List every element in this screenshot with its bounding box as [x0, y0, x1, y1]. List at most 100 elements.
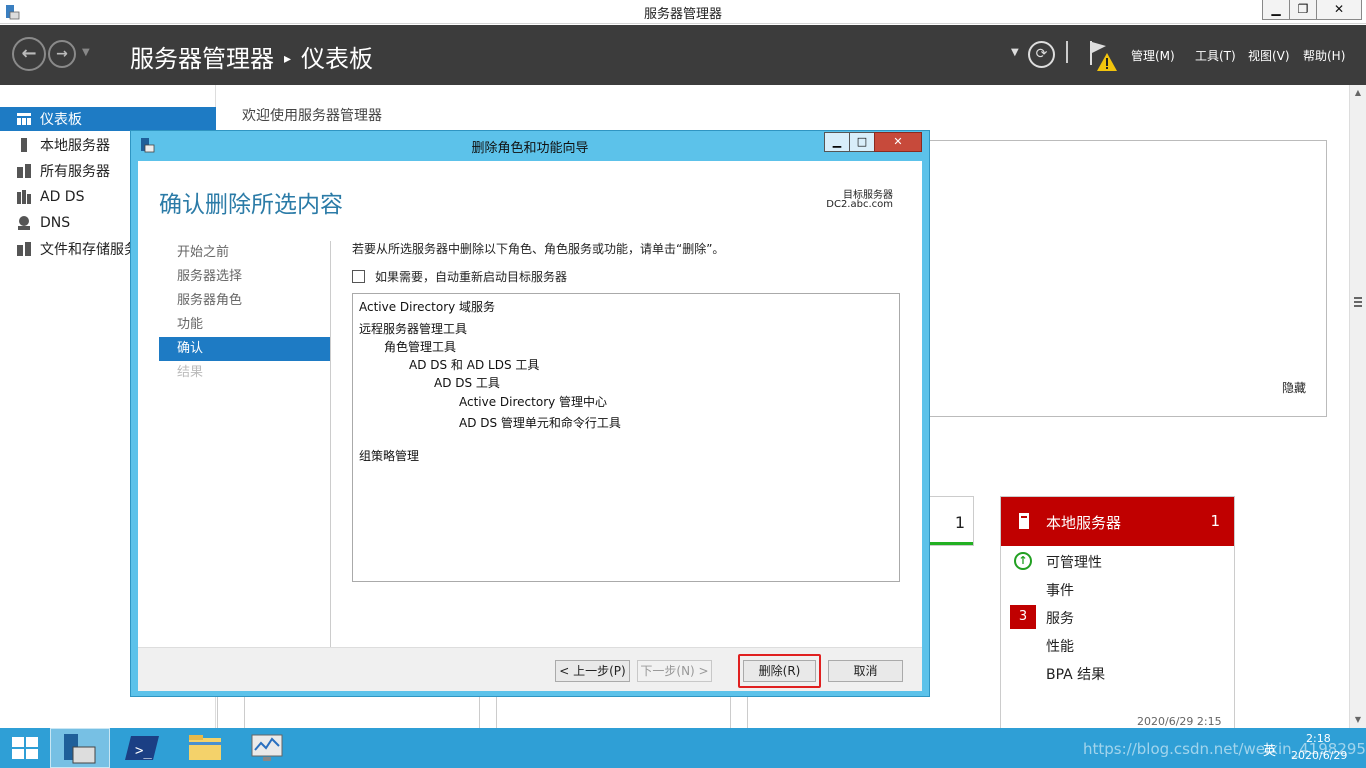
tile-frame — [730, 696, 748, 728]
scroll-thumb[interactable] — [1354, 297, 1362, 307]
close-button[interactable]: ✕ — [1316, 0, 1362, 20]
tile-row-bpa[interactable]: BPA 结果 — [1046, 664, 1105, 684]
removal-items-list: Active Directory 域服务 远程服务器管理工具 角色管理工具 AD… — [352, 293, 900, 582]
breadcrumb-page: 仪表板 — [301, 45, 374, 73]
auto-restart-label[interactable]: 如果需要，自动重新启动目标服务器 — [375, 268, 567, 285]
previous-button[interactable]: < 上一步(P) — [555, 660, 630, 682]
breadcrumb-root: 服务器管理器 — [130, 45, 274, 73]
remove-button[interactable]: 删除(R) — [743, 660, 816, 682]
sidebar-item-dashboard[interactable]: 仪表板 — [0, 107, 216, 131]
scroll-down-icon[interactable]: ▼ — [1350, 712, 1366, 728]
history-dropdown-icon[interactable]: ▼ — [82, 47, 90, 58]
sidebar-item-label: DNS — [40, 215, 71, 231]
manageability-ok-icon: ↑ — [1014, 552, 1032, 570]
wizard-footer: < 上一步(P) 下一步(N) > 删除(R) 取消 — [138, 647, 922, 691]
list-item: AD DS 工具 — [434, 376, 500, 390]
services-alert-badge: 3 — [1010, 605, 1036, 629]
menu-view[interactable]: 视图(V) — [1248, 47, 1290, 64]
server-icon — [1019, 513, 1029, 529]
sidebar-item-label: AD DS — [40, 189, 85, 205]
sidebar-item-label: 所有服务器 — [40, 164, 110, 180]
tile-frame — [479, 696, 497, 728]
clock-time[interactable]: 2:18 — [1306, 732, 1331, 745]
taskbar-performance-monitor[interactable] — [237, 728, 297, 768]
sidebar-item-label: 本地服务器 — [40, 138, 110, 154]
server-manager-icon — [64, 734, 96, 764]
header-dropdown-icon[interactable]: ▼ — [1011, 47, 1019, 58]
notification-flag-warning-icon[interactable] — [1088, 39, 1118, 73]
adds-icon — [17, 190, 31, 204]
powershell-icon: >_ — [125, 736, 159, 760]
scroll-up-icon[interactable]: ▲ — [1350, 85, 1366, 101]
forward-arrow-icon[interactable]: → — [48, 40, 76, 68]
wizard-body: 确认删除所选内容 目标服务器 DC2.abc.com 开始之前 服务器选择 服务… — [138, 161, 922, 691]
tile-row-manageability[interactable]: 可管理性 — [1046, 552, 1102, 572]
list-item: Active Directory 管理中心 — [459, 395, 608, 409]
servers-icon — [17, 164, 31, 178]
taskbar-file-explorer[interactable] — [175, 728, 235, 768]
breadcrumb: 服务器管理器 ▸ 仪表板 — [130, 39, 373, 74]
steps-divider — [330, 241, 331, 656]
ime-indicator[interactable]: 英 — [1263, 740, 1276, 759]
local-server-tile[interactable]: 本地服务器 1 ↑ 可管理性 事件 3 服务 性能 BPA 结果 — [1000, 496, 1235, 731]
tile-row-performance[interactable]: 性能 — [1046, 636, 1074, 656]
target-server-value: DC2.abc.com — [826, 199, 893, 210]
hide-welcome-link[interactable]: 隐藏 — [1282, 379, 1306, 396]
tile-frame — [217, 696, 245, 728]
wizard-instruction: 若要从所选服务器中删除以下角色、角色服务或功能，请单击“删除”。 — [352, 242, 725, 256]
wizard-steps: 开始之前 服务器选择 服务器角色 功能 确认 结果 — [159, 241, 331, 385]
back-arrow-icon[interactable]: ← — [12, 37, 46, 71]
dns-icon — [18, 216, 30, 230]
step-features[interactable]: 功能 — [159, 313, 331, 337]
tile-title: 本地服务器 — [1046, 514, 1122, 532]
sidebar-item-label: 文件和存储服务 — [40, 242, 138, 258]
window-titlebar: 服务器管理器 ▁ ❐ ✕ — [0, 0, 1366, 24]
window-title: 服务器管理器 — [643, 7, 722, 22]
step-server-selection[interactable]: 服务器选择 — [159, 265, 331, 289]
taskbar-server-manager[interactable] — [50, 728, 110, 768]
list-item: 角色管理工具 — [384, 340, 457, 354]
clock-date[interactable]: 2020/6/29 — [1291, 749, 1347, 762]
monitor-icon — [251, 734, 283, 761]
dashboard-icon — [17, 113, 31, 125]
step-server-roles[interactable]: 服务器角色 — [159, 289, 331, 313]
list-item: Active Directory 域服务 — [359, 300, 496, 314]
welcome-title: 欢迎使用服务器管理器 — [242, 108, 382, 124]
svg-text:>_: >_ — [135, 743, 152, 759]
wizard-titlebar: 删除角色和功能向导 ▁ □ ✕ — [131, 131, 929, 160]
header-divider — [1066, 41, 1068, 63]
minimize-button[interactable]: ▁ — [1262, 0, 1290, 20]
wizard-heading: 确认删除所选内容 — [159, 192, 343, 218]
restore-button[interactable]: ❐ — [1289, 0, 1317, 20]
tile-status-bar — [930, 542, 973, 545]
folder-icon — [189, 735, 221, 760]
wizard-title: 删除角色和功能向导 — [471, 141, 589, 156]
wizard-close-button[interactable]: ✕ — [874, 132, 922, 152]
wizard-maximize-button[interactable]: □ — [849, 132, 875, 152]
wizard-minimize-button[interactable]: ▁ — [824, 132, 850, 152]
taskbar-powershell[interactable]: >_ — [113, 728, 173, 768]
header-bar: ← → ▼ 服务器管理器 ▸ 仪表板 ▼ ⟳ 管理(M) 工具(T) 视图(V) 帮… — [0, 25, 1366, 85]
tile-count: 1 — [1210, 512, 1220, 530]
refresh-icon[interactable]: ⟳ — [1028, 41, 1055, 68]
auto-restart-checkbox[interactable] — [352, 270, 365, 283]
vertical-scrollbar[interactable]: ▲ ▼ — [1349, 85, 1366, 728]
step-before-you-begin[interactable]: 开始之前 — [159, 241, 331, 265]
taskbar: >_ https://blog.csdn.net/weixin_41982957… — [0, 728, 1366, 768]
step-results: 结果 — [177, 365, 204, 380]
list-item: AD DS 和 AD LDS 工具 — [409, 358, 540, 372]
cancel-button[interactable]: 取消 — [828, 660, 903, 682]
list-item: 组策略管理 — [359, 449, 420, 463]
roles-tile-partial[interactable]: 1 — [930, 496, 974, 546]
auto-restart-option[interactable]: 如果需要，自动重新启动目标服务器 — [352, 268, 567, 285]
windows-start-icon[interactable] — [12, 737, 38, 759]
menu-help[interactable]: 帮助(H) — [1303, 47, 1345, 64]
storage-icon — [17, 242, 31, 256]
remove-roles-wizard: 删除角色和功能向导 ▁ □ ✕ 确认删除所选内容 目标服务器 DC2.abc.c… — [130, 130, 930, 697]
menu-manage[interactable]: 管理(M) — [1131, 47, 1175, 64]
menu-tools[interactable]: 工具(T) — [1195, 47, 1236, 64]
tile-row-services[interactable]: 服务 — [1046, 608, 1074, 628]
tile-row-events[interactable]: 事件 — [1046, 580, 1074, 600]
step-confirmation[interactable]: 确认 — [159, 337, 331, 361]
tile-header[interactable]: 本地服务器 1 — [1001, 497, 1234, 546]
